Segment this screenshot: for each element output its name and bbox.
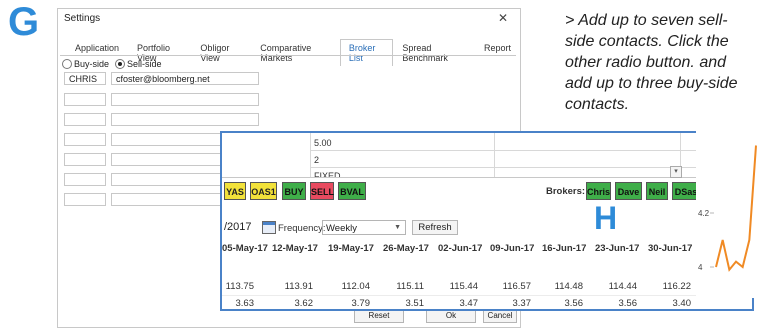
annotation-letter-h: H (594, 200, 618, 236)
contact-name-field[interactable] (64, 93, 106, 106)
contact-name-field[interactable] (64, 193, 106, 206)
radio-buy-side[interactable]: Buy-side (62, 59, 109, 69)
bval-label: BVAL (340, 187, 364, 197)
row-divider (222, 295, 752, 296)
brokers-label: Brokers: (546, 186, 586, 197)
broker-neil-label: Neil (648, 187, 666, 197)
oas1-button[interactable]: OAS1 (250, 182, 277, 200)
refresh-button[interactable]: Refresh (412, 220, 458, 235)
tab-report[interactable]: Report (475, 39, 520, 66)
broker-dsas-label: DSas (674, 187, 698, 197)
y-tick-label: 4 (698, 263, 703, 272)
grid-line (310, 133, 311, 177)
table-cell: 3.40 (672, 298, 692, 309)
contact-email-field[interactable] (111, 113, 259, 126)
tab-obligor-view[interactable]: Obligor View (191, 39, 251, 66)
contact-email-field[interactable]: cfoster@bloomberg.net (111, 72, 259, 85)
contact-name-field[interactable] (64, 173, 106, 186)
column-header: 19-May-17 (328, 243, 374, 254)
grid-line (310, 167, 750, 168)
contact-name-field[interactable] (64, 153, 106, 166)
contact-name-field[interactable]: CHRIS (64, 72, 106, 85)
bval-button[interactable]: BVAL (338, 182, 366, 200)
callout-panel: 5.00 2 FIXED ▾ YAS OAS1 BUY SELL BVAL Br… (220, 131, 754, 311)
contact-name-field[interactable] (64, 133, 106, 146)
radio-buy-indicator[interactable] (62, 59, 72, 69)
table-cell: 115.44 (449, 281, 478, 292)
grid-line (310, 150, 750, 151)
annotation-letter-g: G (8, 0, 40, 44)
table-cell: 113.91 (284, 281, 313, 292)
dialog-title: Settings (64, 13, 101, 24)
y-tick-label: 4.2 (698, 209, 710, 218)
frequency-value: Weekly (326, 223, 357, 234)
broker-chris-label: Chris (587, 187, 611, 197)
side-radio-group: Buy-side Sell-side (62, 59, 162, 69)
field-value: 5.00 (314, 138, 332, 148)
field-value: 2 (314, 155, 320, 165)
radio-buy-label: Buy-side (74, 59, 110, 69)
grid-line (494, 133, 495, 177)
radio-sell-indicator[interactable] (115, 59, 126, 69)
buy-button[interactable]: BUY (282, 182, 306, 200)
table-cell: 3.56 (564, 298, 584, 309)
table-cell: 113.75 (225, 281, 254, 292)
tab-broker-list[interactable]: Broker List (339, 39, 394, 66)
table-cell: 3.37 (512, 298, 532, 309)
column-header: 30-Jun-17 (648, 243, 693, 254)
frequency-label: Frequency: (278, 223, 326, 234)
contact-name-field[interactable] (64, 113, 106, 126)
table-cell: 114.44 (608, 281, 637, 292)
yas-button[interactable]: YAS (224, 182, 246, 200)
contact-email-field[interactable] (111, 193, 221, 206)
broker-button-dave[interactable]: Dave (615, 182, 642, 200)
sell-label: SELL (311, 187, 335, 197)
radio-sell-side[interactable]: Sell-side (115, 59, 162, 69)
tab-divider (60, 55, 516, 56)
column-header: 26-May-17 (383, 243, 429, 254)
broker-button-chris[interactable]: Chris (586, 182, 611, 200)
chevron-down-icon: ▼ (394, 224, 401, 231)
oas1-label: OAS1 (251, 187, 276, 197)
price-chart: 4.24 (696, 128, 757, 298)
date-input[interactable]: /2017 (224, 221, 252, 233)
table-cell: 115.11 (396, 281, 424, 292)
column-header: 02-Jun-17 (438, 243, 483, 254)
frequency-select[interactable]: Weekly ▼ (322, 220, 406, 235)
column-header: 05-May-17 (222, 243, 268, 254)
tab-spread-benchmark[interactable]: Spread Benchmark (393, 39, 475, 66)
table-cell: 3.56 (618, 298, 638, 309)
table-cell: 3.47 (459, 298, 479, 309)
instruction-annotation: > Add up to seven sell-side contacts. Cl… (565, 12, 738, 113)
radio-sell-label: Sell-side (127, 59, 162, 69)
sell-button[interactable]: SELL (310, 182, 334, 200)
table-cell: 3.63 (235, 298, 255, 309)
contact-email-field[interactable] (111, 173, 221, 186)
table-cell: 116.57 (502, 281, 531, 292)
column-header: 09-Jun-17 (490, 243, 535, 254)
table-cell: 112.04 (341, 281, 370, 292)
close-icon[interactable]: ✕ (498, 11, 508, 25)
table-cell: 114.48 (554, 281, 583, 292)
scroll-down-icon[interactable]: ▾ (670, 166, 682, 178)
broker-button-neil[interactable]: Neil (646, 182, 668, 200)
table-cell: 116.22 (662, 281, 691, 292)
table-cell: 3.51 (405, 298, 425, 309)
column-header: 23-Jun-17 (595, 243, 640, 254)
calendar-icon[interactable] (262, 221, 276, 234)
table-cell: 3.79 (351, 298, 371, 309)
yas-label: YAS (226, 187, 244, 197)
buy-label: BUY (284, 187, 304, 197)
contact-email-field[interactable] (111, 153, 221, 166)
column-header: 12-May-17 (272, 243, 318, 254)
table-cell: 3.62 (294, 298, 314, 309)
contact-email-field[interactable] (111, 93, 259, 106)
broker-dave-label: Dave (617, 187, 640, 197)
tab-comparative-markets[interactable]: Comparative Markets (251, 39, 340, 66)
column-header: 16-Jun-17 (542, 243, 587, 254)
